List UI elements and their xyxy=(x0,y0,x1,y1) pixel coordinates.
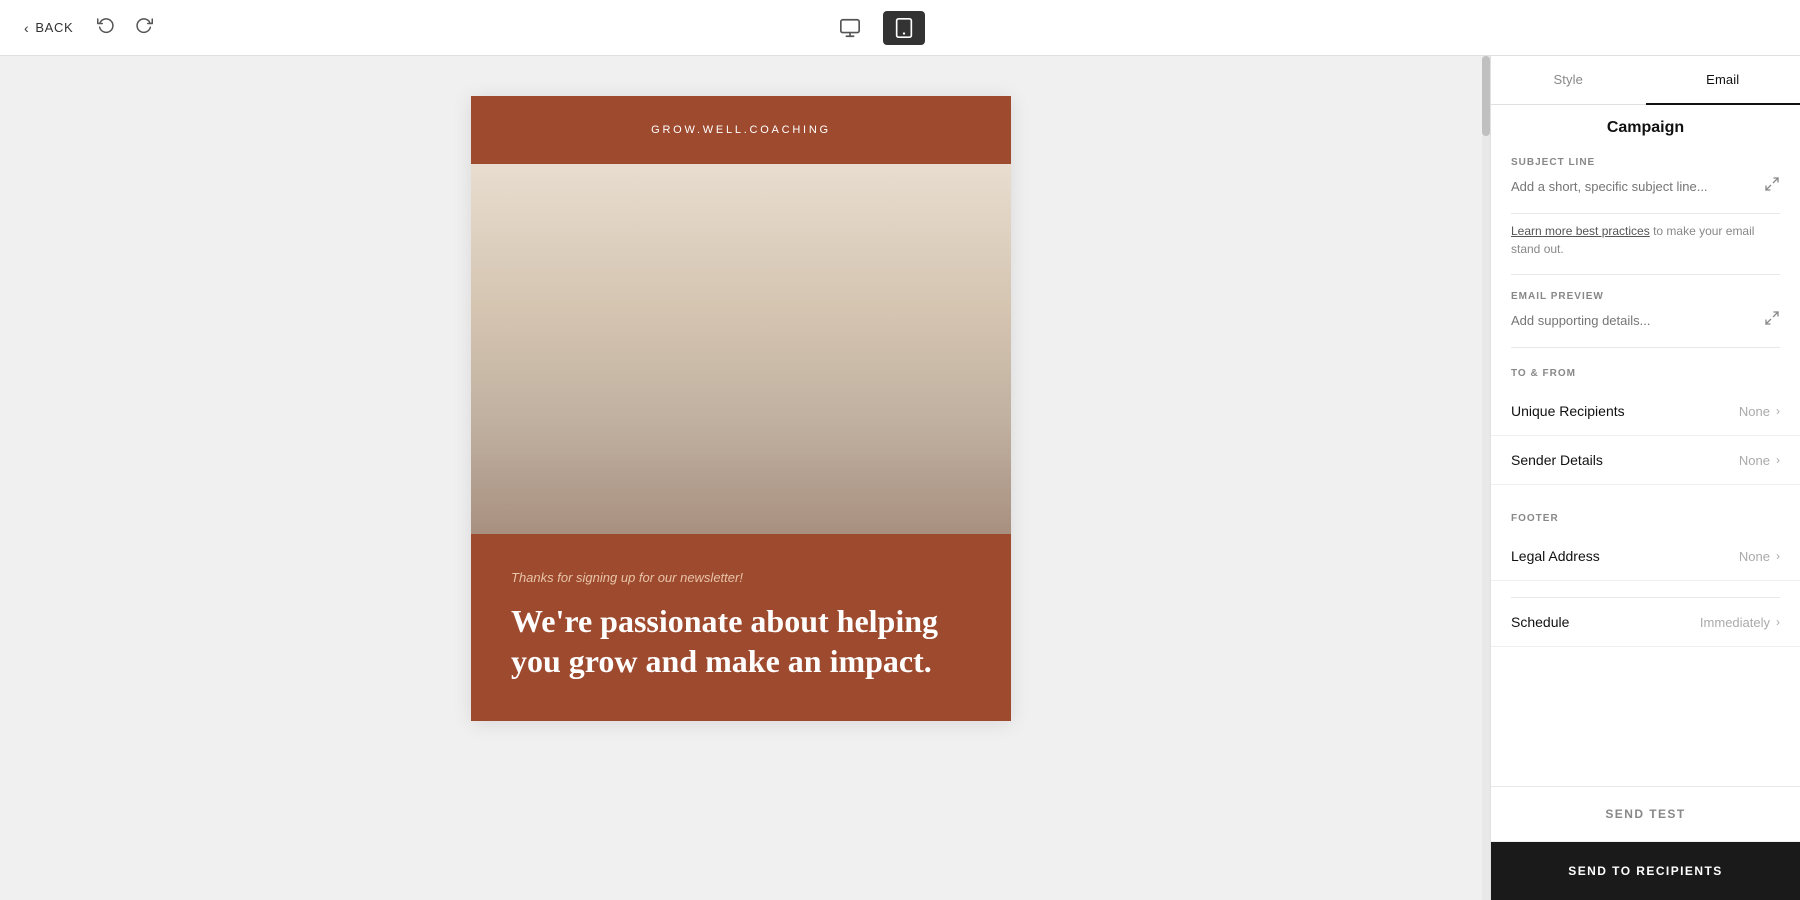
device-toggle xyxy=(829,11,925,45)
email-headline: We're passionate about helping you grow … xyxy=(511,601,971,681)
panel-tabs: Style Email xyxy=(1491,56,1800,105)
footer-label: FOOTER xyxy=(1491,493,1800,532)
unique-recipients-label: Unique Recipients xyxy=(1511,403,1625,419)
schedule-row[interactable]: Schedule Immediately › xyxy=(1491,598,1800,647)
unique-recipients-right: None › xyxy=(1739,404,1780,419)
email-body: Thanks for signing up for our newsletter… xyxy=(471,534,1011,721)
tablet-icon xyxy=(893,17,915,39)
back-button[interactable]: ‹ BACK xyxy=(24,20,73,36)
tab-email[interactable]: Email xyxy=(1646,56,1800,105)
footer-group: Legal Address None › xyxy=(1491,532,1800,581)
legal-address-row[interactable]: Legal Address None › xyxy=(1491,532,1800,581)
schedule-chevron-icon: › xyxy=(1776,615,1780,629)
email-image-container xyxy=(471,164,1011,534)
subject-line-section: SUBJECT LINE xyxy=(1491,157,1800,213)
tab-style[interactable]: Style xyxy=(1491,56,1646,105)
email-preview-section: EMAIL PREVIEW xyxy=(1491,275,1800,347)
email-header: GROW.WELL.COACHING xyxy=(471,96,1011,164)
canvas-scrollbar[interactable] xyxy=(1482,56,1490,900)
subject-line-expand-icon[interactable] xyxy=(1764,176,1780,197)
back-label: BACK xyxy=(35,20,73,35)
scene-background xyxy=(471,164,1011,534)
campaign-title: Campaign xyxy=(1491,105,1800,157)
email-preview-expand-icon[interactable] xyxy=(1764,310,1780,331)
subject-line-label: SUBJECT LINE xyxy=(1511,157,1780,168)
email-preview-input[interactable] xyxy=(1511,313,1756,328)
tablet-view-button[interactable] xyxy=(883,11,925,45)
top-nav: ‹ BACK xyxy=(0,0,1800,56)
email-brand: GROW.WELL.COACHING xyxy=(491,124,991,136)
send-test-button[interactable]: SEND TEST xyxy=(1491,787,1800,842)
subject-line-row xyxy=(1511,176,1780,197)
main-layout: GROW.WELL.COACHING xyxy=(0,56,1800,900)
schedule-label: Schedule xyxy=(1511,614,1569,630)
legal-address-value: None xyxy=(1739,549,1770,564)
redo-icon xyxy=(135,16,153,34)
sender-details-label: Sender Details xyxy=(1511,452,1603,468)
undo-icon xyxy=(97,16,115,34)
to-from-label: TO & FROM xyxy=(1491,348,1800,387)
back-arrow-icon: ‹ xyxy=(24,20,29,36)
redo-button[interactable] xyxy=(131,12,157,43)
undo-button[interactable] xyxy=(93,12,119,43)
right-panel: Style Email Campaign SUBJECT LINE xyxy=(1490,56,1800,900)
schedule-value: Immediately xyxy=(1700,615,1770,630)
subject-line-input[interactable] xyxy=(1511,179,1756,194)
email-scene xyxy=(471,164,1011,534)
scrollbar-thumb xyxy=(1482,56,1490,136)
send-to-recipients-button[interactable]: SEND TO RECIPIENTS xyxy=(1491,842,1800,900)
schedule-group: Schedule Immediately › xyxy=(1491,598,1800,647)
schedule-right: Immediately › xyxy=(1700,615,1780,630)
email-preview-row xyxy=(1511,310,1780,331)
sender-details-right: None › xyxy=(1739,453,1780,468)
unique-recipients-chevron-icon: › xyxy=(1776,404,1780,418)
nav-history xyxy=(93,12,157,43)
panel-content: Campaign SUBJECT LINE xyxy=(1491,105,1800,786)
email-tagline: Thanks for signing up for our newsletter… xyxy=(511,570,971,585)
desktop-icon xyxy=(839,17,861,39)
unique-recipients-row[interactable]: Unique Recipients None › xyxy=(1491,387,1800,436)
legal-address-chevron-icon: › xyxy=(1776,549,1780,563)
desktop-view-button[interactable] xyxy=(829,11,871,45)
canvas-area[interactable]: GROW.WELL.COACHING xyxy=(0,56,1482,900)
legal-address-label: Legal Address xyxy=(1511,548,1600,564)
sender-details-value: None xyxy=(1739,453,1770,468)
email-preview-label: EMAIL PREVIEW xyxy=(1511,291,1780,302)
sender-details-row[interactable]: Sender Details None › xyxy=(1491,436,1800,485)
legal-address-right: None › xyxy=(1739,549,1780,564)
nav-left: ‹ BACK xyxy=(24,12,157,43)
sender-details-chevron-icon: › xyxy=(1776,453,1780,467)
subject-helper-text: Learn more best practices to make your e… xyxy=(1491,214,1800,274)
email-preview: GROW.WELL.COACHING xyxy=(471,96,1011,721)
to-from-group: Unique Recipients None › Sender Details … xyxy=(1491,387,1800,485)
panel-footer: SEND TEST SEND TO RECIPIENTS xyxy=(1491,786,1800,900)
best-practices-link[interactable]: Learn more best practices xyxy=(1511,224,1650,238)
unique-recipients-value: None xyxy=(1739,404,1770,419)
